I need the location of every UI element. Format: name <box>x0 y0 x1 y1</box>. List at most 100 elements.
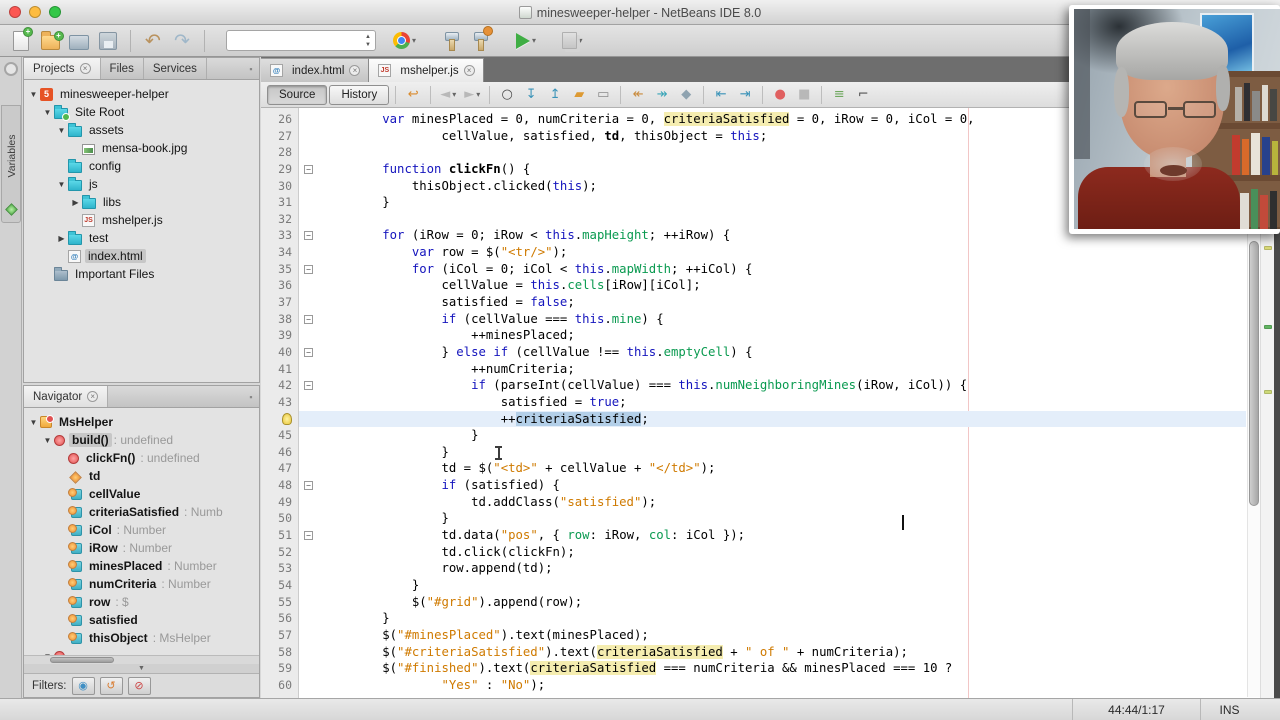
code-line-38[interactable]: 38 − if (cellValue === this.mine) { <box>261 311 1246 328</box>
navigator-item-irow[interactable]: iRow : Number <box>56 539 259 557</box>
code-line-49[interactable]: 49 td.addClass("satisfied"); <box>261 494 1246 511</box>
code-text[interactable]: ++minesPlaced; <box>323 327 1246 344</box>
new-project-button[interactable]: + <box>37 28 64 54</box>
code-line-39[interactable]: 39 ++minesPlaced; <box>261 327 1246 344</box>
shift-line-left-button[interactable]: ⇤ <box>710 85 732 105</box>
navigator-splitter[interactable]: ▼ <box>24 664 259 673</box>
hint-lightbulb-icon[interactable] <box>282 412 292 425</box>
start-macro-recording-button[interactable]: ● <box>769 85 791 105</box>
navigator-item-clickfn[interactable]: clickFn() : undefined <box>56 449 259 467</box>
comment-lines-button[interactable]: ≡ <box>828 85 850 105</box>
source-view-button[interactable]: Source <box>267 84 328 105</box>
collapse-arrow-icon[interactable]: ▶ <box>70 198 81 207</box>
project-item-mensa-book-jpg[interactable]: mensa-book.jpg <box>70 139 259 157</box>
code-line-51[interactable]: 51 − td.data("pos", { row: iRow, col: iCo… <box>261 527 1246 544</box>
scrollbar-thumb[interactable] <box>1249 241 1259 506</box>
toggle-search-highlight-button[interactable]: ▰ <box>568 85 590 105</box>
next-bookmark-button[interactable]: ↠ <box>651 85 673 105</box>
code-line-56[interactable]: 56 } <box>261 610 1246 627</box>
save-all-button[interactable] <box>95 28 121 54</box>
uncomment-lines-button[interactable]: ⌐ <box>852 85 874 105</box>
expand-arrow-icon[interactable]: ▼ <box>42 436 53 445</box>
build-project-button[interactable] <box>438 28 464 54</box>
error-stripe-mark[interactable] <box>1264 325 1272 329</box>
code-fold-handle[interactable]: − <box>299 477 323 494</box>
find-next-occurrence-button[interactable]: ↧ <box>520 85 542 105</box>
code-line-44[interactable]: ++criteriaSatisfied; <box>261 410 1246 428</box>
collapse-fold-icon[interactable]: − <box>304 164 313 174</box>
code-line-37[interactable]: 37 satisfied = false; <box>261 294 1246 311</box>
variables-window-tab[interactable]: Variables <box>1 105 21 223</box>
code-line-35[interactable]: 35 − for (iCol = 0; iCol < this.mapWidth;… <box>261 261 1246 278</box>
close-button[interactable] <box>9 6 21 18</box>
stop-macro-recording-button[interactable]: ■ <box>793 85 815 105</box>
project-item-index-html[interactable]: @ index.html <box>56 247 259 265</box>
code-text[interactable]: satisfied = true; <box>323 394 1246 411</box>
code-text[interactable]: row.append(td); <box>323 560 1246 577</box>
code-line-50[interactable]: 50 } <box>261 510 1246 527</box>
code-fold-handle[interactable]: − <box>299 344 323 361</box>
code-line-58[interactable]: 58 $("#criteriaSatisfied").text(criteria… <box>261 644 1246 661</box>
tab-projects[interactable]: Projects × <box>24 58 101 79</box>
project-item-mshelper-js[interactable]: JS mshelper.js <box>70 211 259 229</box>
collapse-arrow-icon[interactable]: ▶ <box>56 234 67 243</box>
code-line-45[interactable]: 45 } <box>261 427 1246 444</box>
filter-show-inherited-button[interactable]: ↺ <box>99 676 123 695</box>
minimize-panel-button[interactable]: ▪ <box>243 58 259 79</box>
code-text[interactable]: $("#grid").append(row); <box>323 594 1246 611</box>
project-item-config[interactable]: config <box>56 157 259 175</box>
code-line-47[interactable]: 47 td = $("<td>" + cellValue + "</td>"); <box>261 460 1246 477</box>
code-line-48[interactable]: 48 − if (satisfied) { <box>261 477 1246 494</box>
forward-button[interactable]: ► ▾ <box>461 85 483 105</box>
code-text[interactable]: } <box>323 510 1246 527</box>
expand-arrow-icon[interactable]: ▼ <box>42 108 53 117</box>
navigator-item-td[interactable]: td <box>56 467 259 485</box>
filter-show-non-public-button[interactable]: ⊘ <box>127 676 151 695</box>
run-project-button[interactable]: ▾ <box>513 28 539 54</box>
code-text[interactable]: if (cellValue === this.mine) { <box>323 311 1246 328</box>
close-icon[interactable]: × <box>87 391 99 402</box>
code-text[interactable]: "Yes" : "No"); <box>323 677 1246 694</box>
project-item-test[interactable]: ▶ test <box>56 229 259 247</box>
project-item-libs[interactable]: ▶ libs <box>70 193 259 211</box>
minimize-button[interactable] <box>29 6 41 18</box>
navigator-item-minesplaced[interactable]: minesPlaced : Number <box>56 557 259 575</box>
toggle-bookmark-button[interactable]: ◆ <box>675 85 697 105</box>
code-line-36[interactable]: 36 cellValue = this.cells[iRow][iCol]; <box>261 277 1246 294</box>
shift-line-right-button[interactable]: ⇥ <box>734 85 756 105</box>
close-icon[interactable]: × <box>79 63 91 74</box>
minimize-panel-button[interactable]: ▪ <box>243 386 259 407</box>
code-text[interactable]: td.click(clickFn); <box>323 544 1246 561</box>
collapse-fold-icon[interactable]: − <box>304 314 313 324</box>
editor-tab-index-html[interactable]: @ index.html × <box>261 58 370 82</box>
navigator-horizontal-scrollbar[interactable] <box>24 655 259 664</box>
browser-chrome-button[interactable]: ▾ <box>391 28 418 54</box>
code-line-40[interactable]: 40 − } else if (cellValue !== this.emptyC… <box>261 344 1246 361</box>
dropdown-arrow-icon[interactable]: ▾ <box>532 36 536 45</box>
code-fold-handle[interactable]: − <box>299 161 323 178</box>
navigator-item-row[interactable]: row : $ <box>56 593 259 611</box>
debug-project-button[interactable]: ▾ <box>559 28 585 54</box>
navigator-item-mshelper[interactable]: ▼ MsHelper <box>28 413 259 431</box>
undo-button[interactable]: ↶ <box>140 28 166 54</box>
redo-button[interactable]: ↷ <box>169 28 195 54</box>
open-project-button[interactable] <box>66 28 92 54</box>
clean-build-project-button[interactable] <box>467 26 494 54</box>
project-item-minesweeper-helper[interactable]: ▼ 5 minesweeper-helper <box>28 85 259 103</box>
code-text[interactable]: satisfied = false; <box>323 294 1246 311</box>
collapse-fold-icon[interactable]: − <box>304 347 313 357</box>
code-line-42[interactable]: 42 − if (parseInt(cellValue) === this.num… <box>261 377 1246 394</box>
dropdown-arrow-icon[interactable]: ▾ <box>452 90 456 99</box>
code-line-53[interactable]: 53 row.append(td); <box>261 560 1246 577</box>
code-text[interactable]: $("#criteriaSatisfied").text(criteriaSat… <box>323 644 1246 661</box>
code-line-52[interactable]: 52 td.click(clickFn); <box>261 544 1246 561</box>
code-text[interactable]: ++criteriaSatisfied; <box>323 410 1246 428</box>
code-line-34[interactable]: 34 var row = $("<tr/>"); <box>261 244 1246 261</box>
tab-navigator[interactable]: Navigator × <box>24 386 109 407</box>
code-text[interactable]: } <box>323 444 1246 461</box>
minimized-window-button[interactable] <box>3 62 18 76</box>
back-button[interactable]: ◄ ▾ <box>437 85 459 105</box>
project-item-site-root[interactable]: ▼ Site Root <box>42 103 259 121</box>
expand-arrow-icon[interactable]: ▼ <box>56 126 67 135</box>
code-fold-handle[interactable]: − <box>299 377 323 394</box>
